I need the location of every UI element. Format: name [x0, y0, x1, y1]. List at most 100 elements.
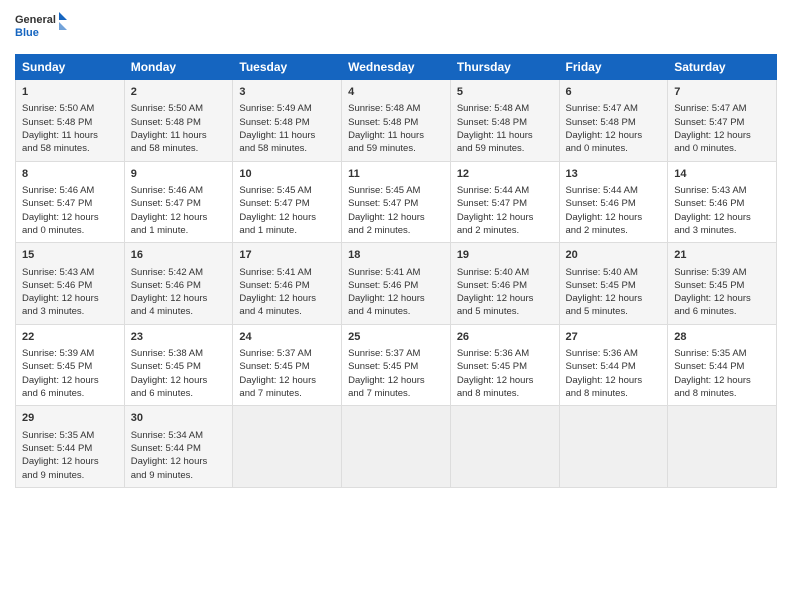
day-info-line: Sunrise: 5:40 AM: [457, 266, 553, 279]
day-number: 19: [457, 248, 553, 263]
day-info-line: Daylight: 12 hours: [674, 292, 770, 305]
day-info-line: Sunset: 5:46 PM: [674, 197, 770, 210]
day-info-line: Daylight: 12 hours: [457, 374, 553, 387]
day-info-line: Daylight: 12 hours: [131, 374, 227, 387]
day-info-line: Sunset: 5:44 PM: [674, 360, 770, 373]
calendar-week-row: 22Sunrise: 5:39 AMSunset: 5:45 PMDayligh…: [16, 324, 777, 406]
day-info-line: Sunrise: 5:50 AM: [131, 102, 227, 115]
day-info-line: Sunrise: 5:42 AM: [131, 266, 227, 279]
day-number: 30: [131, 411, 227, 426]
day-info-line: and 58 minutes.: [239, 142, 335, 155]
weekday-header: Thursday: [450, 55, 559, 80]
day-number: 5: [457, 85, 553, 100]
day-info-line: Daylight: 11 hours: [348, 129, 444, 142]
day-number: 21: [674, 248, 770, 263]
day-info-line: Daylight: 12 hours: [674, 129, 770, 142]
day-info-line: Sunrise: 5:41 AM: [239, 266, 335, 279]
day-info-line: Sunrise: 5:35 AM: [22, 429, 118, 442]
main-container: General Blue SundayMondayTuesdayWednesda…: [0, 0, 792, 498]
calendar-cell: 29Sunrise: 5:35 AMSunset: 5:44 PMDayligh…: [16, 406, 125, 488]
weekday-header: Friday: [559, 55, 668, 80]
day-info-line: Sunrise: 5:34 AM: [131, 429, 227, 442]
day-info-line: and 5 minutes.: [566, 305, 662, 318]
calendar-cell: [450, 406, 559, 488]
day-info-line: and 5 minutes.: [457, 305, 553, 318]
day-info-line: Daylight: 12 hours: [674, 211, 770, 224]
day-number: 28: [674, 330, 770, 345]
day-info-line: and 59 minutes.: [457, 142, 553, 155]
calendar-cell: 8Sunrise: 5:46 AMSunset: 5:47 PMDaylight…: [16, 161, 125, 243]
day-info-line: Sunrise: 5:39 AM: [22, 347, 118, 360]
day-number: 24: [239, 330, 335, 345]
calendar-cell: 14Sunrise: 5:43 AMSunset: 5:46 PMDayligh…: [668, 161, 777, 243]
day-info-line: Daylight: 12 hours: [348, 211, 444, 224]
day-info-line: Sunset: 5:47 PM: [131, 197, 227, 210]
day-info-line: Sunset: 5:45 PM: [348, 360, 444, 373]
day-info-line: Sunset: 5:47 PM: [239, 197, 335, 210]
day-info-line: Sunrise: 5:49 AM: [239, 102, 335, 115]
day-info-line: Sunset: 5:47 PM: [22, 197, 118, 210]
calendar-cell: 16Sunrise: 5:42 AMSunset: 5:46 PMDayligh…: [124, 243, 233, 325]
day-number: 2: [131, 85, 227, 100]
svg-text:General: General: [15, 14, 56, 26]
day-info-line: Sunrise: 5:50 AM: [22, 102, 118, 115]
day-info-line: Daylight: 11 hours: [131, 129, 227, 142]
day-info-line: Sunrise: 5:44 AM: [566, 184, 662, 197]
calendar-cell: 5Sunrise: 5:48 AMSunset: 5:48 PMDaylight…: [450, 80, 559, 162]
day-info-line: Sunset: 5:46 PM: [566, 197, 662, 210]
day-number: 15: [22, 248, 118, 263]
day-info-line: and 3 minutes.: [674, 224, 770, 237]
day-info-line: Sunset: 5:45 PM: [131, 360, 227, 373]
day-info-line: Daylight: 12 hours: [22, 374, 118, 387]
day-number: 27: [566, 330, 662, 345]
day-info-line: Daylight: 12 hours: [566, 292, 662, 305]
day-info-line: and 0 minutes.: [22, 224, 118, 237]
calendar-cell: [668, 406, 777, 488]
header: General Blue: [15, 10, 777, 46]
day-info-line: and 7 minutes.: [348, 387, 444, 400]
weekday-header: Saturday: [668, 55, 777, 80]
day-info-line: Daylight: 12 hours: [566, 129, 662, 142]
day-info-line: Daylight: 12 hours: [22, 292, 118, 305]
calendar-week-row: 8Sunrise: 5:46 AMSunset: 5:47 PMDaylight…: [16, 161, 777, 243]
day-info-line: and 4 minutes.: [131, 305, 227, 318]
day-info-line: Sunrise: 5:47 AM: [674, 102, 770, 115]
day-info-line: Sunset: 5:45 PM: [457, 360, 553, 373]
day-info-line: Daylight: 12 hours: [457, 211, 553, 224]
day-info-line: Sunset: 5:47 PM: [674, 116, 770, 129]
day-info-line: Sunrise: 5:47 AM: [566, 102, 662, 115]
day-info-line: Daylight: 12 hours: [131, 211, 227, 224]
day-info-line: Sunrise: 5:41 AM: [348, 266, 444, 279]
calendar-cell: 9Sunrise: 5:46 AMSunset: 5:47 PMDaylight…: [124, 161, 233, 243]
day-info-line: Sunrise: 5:40 AM: [566, 266, 662, 279]
day-info-line: Daylight: 12 hours: [348, 292, 444, 305]
day-info-line: Sunset: 5:46 PM: [457, 279, 553, 292]
day-info-line: and 59 minutes.: [348, 142, 444, 155]
day-number: 13: [566, 167, 662, 182]
calendar-cell: 15Sunrise: 5:43 AMSunset: 5:46 PMDayligh…: [16, 243, 125, 325]
calendar-cell: 19 Sunrise: 5:40 AMSunset: 5:46 PMDayligh…: [450, 243, 559, 325]
day-info-line: Daylight: 12 hours: [566, 211, 662, 224]
day-info-line: Sunrise: 5:36 AM: [457, 347, 553, 360]
day-number: 12: [457, 167, 553, 182]
general-blue-logo: General Blue: [15, 10, 70, 46]
day-info-line: and 2 minutes.: [348, 224, 444, 237]
logo: General Blue: [15, 10, 70, 46]
calendar-cell: 2Sunrise: 5:50 AMSunset: 5:48 PMDaylight…: [124, 80, 233, 162]
day-info-line: and 9 minutes.: [22, 469, 118, 482]
day-number: 20: [566, 248, 662, 263]
day-info-line: Sunrise: 5:39 AM: [674, 266, 770, 279]
calendar-cell: 30Sunrise: 5:34 AMSunset: 5:44 PMDayligh…: [124, 406, 233, 488]
calendar-week-row: 15Sunrise: 5:43 AMSunset: 5:46 PMDayligh…: [16, 243, 777, 325]
day-info-line: Daylight: 12 hours: [457, 292, 553, 305]
calendar-cell: [342, 406, 451, 488]
day-info-line: Daylight: 12 hours: [239, 374, 335, 387]
day-info-line: Sunrise: 5:46 AM: [22, 184, 118, 197]
day-info-line: Sunset: 5:48 PM: [348, 116, 444, 129]
day-info-line: Sunrise: 5:35 AM: [674, 347, 770, 360]
day-info-line: Sunset: 5:45 PM: [674, 279, 770, 292]
calendar-cell: 6Sunrise: 5:47 AMSunset: 5:48 PMDaylight…: [559, 80, 668, 162]
calendar-cell: [233, 406, 342, 488]
calendar-cell: 23Sunrise: 5:38 AMSunset: 5:45 PMDayligh…: [124, 324, 233, 406]
day-number: 18: [348, 248, 444, 263]
